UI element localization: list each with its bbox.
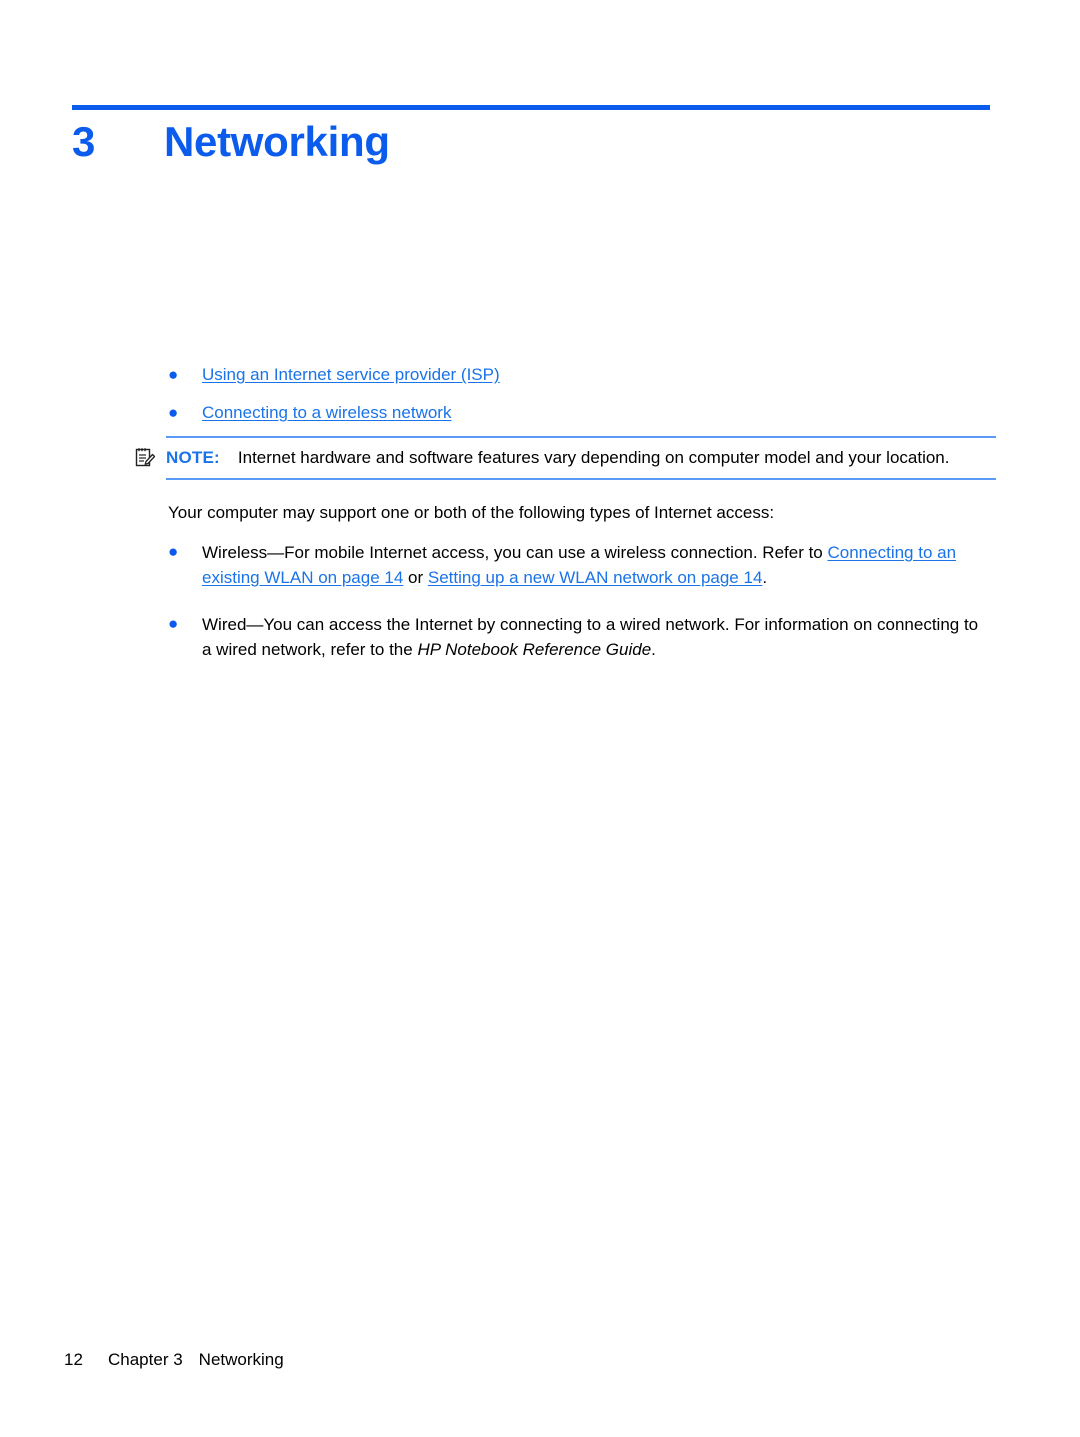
- note-pencil-icon: [134, 447, 156, 469]
- list-item: Connecting to a wireless network: [168, 401, 990, 425]
- bullet-icon: [168, 540, 202, 564]
- chapter-number: 3: [72, 118, 96, 165]
- link-setting-up-new-wlan[interactable]: Setting up a new WLAN network on page 14: [428, 568, 763, 587]
- note-text: NOTE: Internet hardware and software feat…: [166, 445, 996, 470]
- footer-page-number: 12: [64, 1350, 83, 1369]
- wireless-tail-text: .: [762, 568, 768, 587]
- chapter-heading-rule: [72, 105, 990, 110]
- page-footer: 12 Chapter 3 Networking: [64, 1349, 990, 1371]
- wireless-lead-text: Wireless—For mobile Internet access, you…: [202, 543, 828, 562]
- bullet-icon: [168, 401, 202, 425]
- list-item: Wired—You can access the Internet by con…: [168, 612, 990, 662]
- note-body: Internet hardware and software features …: [237, 448, 950, 467]
- access-type-wired: Wired—You can access the Internet by con…: [202, 612, 990, 662]
- document-page: 3 Networking Using an Internet service p…: [0, 0, 1080, 1437]
- wireless-mid-text: or: [403, 568, 428, 587]
- note-label: NOTE:: [166, 448, 220, 467]
- footer-chapter-title: Networking: [198, 1350, 284, 1369]
- footer-chapter-label: Chapter 3: [108, 1350, 183, 1369]
- toc-link-wireless-network[interactable]: Connecting to a wireless network: [202, 401, 451, 425]
- chapter-title: Networking: [164, 118, 390, 165]
- wired-guide-title: HP Notebook Reference Guide: [417, 640, 652, 659]
- internet-access-types-list: Wireless—For mobile Internet access, you…: [168, 540, 990, 684]
- access-type-wireless: Wireless—For mobile Internet access, you…: [202, 540, 990, 590]
- page-title: 3 Networking: [72, 116, 990, 168]
- note-admonition: NOTE: Internet hardware and software feat…: [135, 436, 996, 480]
- chapter-toc-list: Using an Internet service provider (ISP)…: [168, 363, 990, 439]
- list-item: Wireless—For mobile Internet access, you…: [168, 540, 990, 590]
- intro-paragraph: Your computer may support one or both of…: [168, 503, 775, 522]
- bullet-icon: [168, 363, 202, 387]
- bullet-icon: [168, 612, 202, 636]
- wired-tail-text: .: [651, 640, 656, 659]
- toc-link-isp[interactable]: Using an Internet service provider (ISP): [202, 363, 500, 387]
- list-item: Using an Internet service provider (ISP): [168, 363, 990, 387]
